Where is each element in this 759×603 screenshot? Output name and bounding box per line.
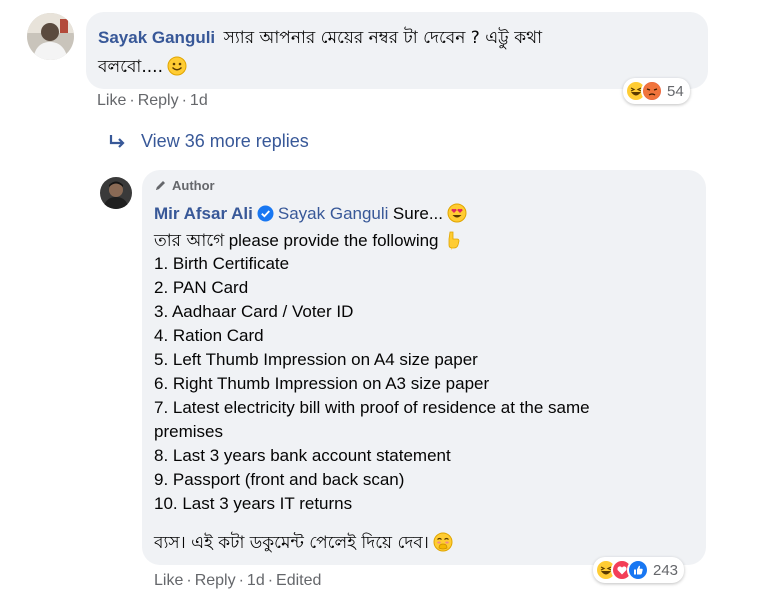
comment-text: বলবো.... bbox=[98, 57, 163, 77]
timestamp[interactable]: 1d bbox=[247, 572, 265, 589]
list-item: 3. Aadhaar Card / Voter ID bbox=[154, 302, 354, 321]
reaction-summary-2[interactable]: 243 bbox=[593, 557, 685, 583]
verified-badge-icon bbox=[257, 205, 274, 222]
avatar-sayak[interactable] bbox=[27, 13, 74, 60]
reply-link[interactable]: Reply bbox=[138, 92, 179, 109]
reaction-count: 54 bbox=[667, 82, 684, 100]
like-link[interactable]: Like bbox=[154, 572, 183, 589]
list-item: 6. Right Thumb Impression on A3 size pap… bbox=[154, 374, 490, 393]
comment-text-en: please provide the following bbox=[228, 231, 439, 250]
document-list: 1. Birth Certificate 2. PAN Card 3. Aadh… bbox=[154, 252, 590, 516]
author-badge-label: Author bbox=[172, 178, 215, 193]
list-item: 2. PAN Card bbox=[154, 278, 249, 297]
mention-link[interactable]: Sayak Ganguli bbox=[278, 204, 389, 223]
comment-actions-1: Like · Reply · 1d bbox=[97, 92, 208, 109]
reply-arrow-icon bbox=[109, 134, 125, 148]
list-item: 1. Birth Certificate bbox=[154, 254, 290, 273]
list-item: 10. Last 3 years IT returns bbox=[154, 494, 353, 513]
comment-actions-2: Like · Reply · 1d · Edited bbox=[154, 572, 322, 589]
comment-text-bn: তার আগে bbox=[154, 231, 225, 251]
heart-eyes-emoji-icon bbox=[447, 203, 467, 223]
comment-bubble-2: Author Mir Afsar Ali Sayak Ganguli Sure..… bbox=[142, 170, 706, 565]
smile-emoji-icon bbox=[167, 56, 187, 76]
angry-icon bbox=[641, 80, 663, 102]
comment-author-name[interactable]: Sayak Ganguli bbox=[98, 28, 215, 47]
point-down-emoji-icon bbox=[448, 231, 460, 250]
list-item: 8. Last 3 years bank account statement bbox=[154, 446, 451, 465]
timestamp[interactable]: 1d bbox=[190, 92, 208, 109]
view-more-label[interactable]: View 36 more replies bbox=[141, 131, 309, 152]
comment-closing: ব্যস। এই কটা ডকুমেন্ট পেলেই দিয়ে দেব। bbox=[154, 533, 429, 553]
list-item: 9. Passport (front and back scan) bbox=[154, 470, 405, 489]
comment-bubble-1: Sayak Ganguli স্যার আপনার মেয়ের নম্বর ট… bbox=[86, 12, 708, 89]
view-more-replies[interactable]: View 36 more replies bbox=[107, 131, 309, 152]
reply-link[interactable]: Reply bbox=[195, 572, 236, 589]
reaction-count: 243 bbox=[653, 561, 679, 579]
like-icon bbox=[627, 559, 649, 581]
list-item: 4. Ration Card bbox=[154, 326, 264, 345]
hand-over-mouth-emoji-icon bbox=[433, 532, 453, 552]
list-item: 5. Left Thumb Impression on A4 size pape… bbox=[154, 350, 478, 369]
author-badge: Author bbox=[154, 178, 215, 193]
edited-label[interactable]: Edited bbox=[276, 572, 321, 589]
comment-text: স্যার আপনার মেয়ের নম্বর টা দেবেন ? এট্ট… bbox=[223, 28, 543, 48]
reaction-summary-1[interactable]: 54 bbox=[623, 78, 690, 104]
list-item: 7. Latest electricity bill with proof of… bbox=[154, 398, 590, 417]
comment-author-name[interactable]: Mir Afsar Ali bbox=[154, 204, 253, 223]
comment-text: Sure... bbox=[392, 204, 443, 223]
list-item: premises bbox=[154, 422, 223, 441]
like-link[interactable]: Like bbox=[97, 92, 126, 109]
avatar-mir[interactable] bbox=[100, 177, 132, 209]
pencil-icon bbox=[156, 181, 165, 190]
